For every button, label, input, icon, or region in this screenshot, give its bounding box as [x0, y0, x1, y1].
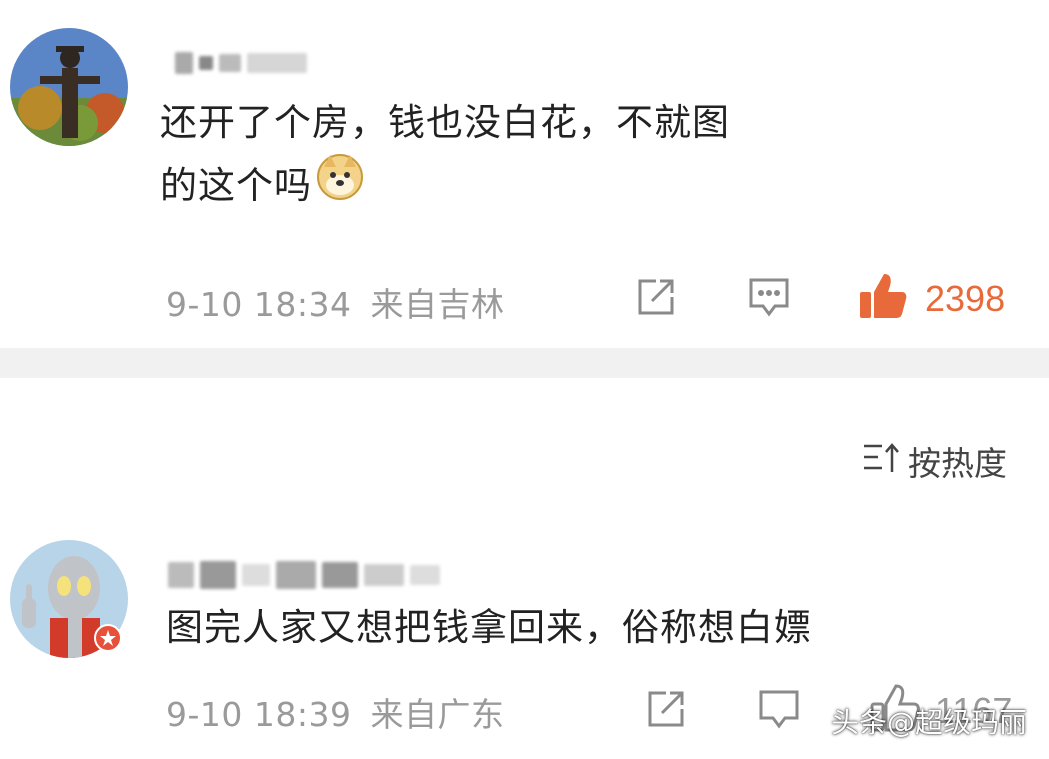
like-icon[interactable]: [858, 272, 908, 324]
share-icon[interactable]: [636, 277, 676, 321]
comment-meta: 9-10 18:34 来自吉林: [166, 278, 505, 326]
comment-location: 来自吉林: [370, 285, 505, 324]
verified-badge-icon: [94, 624, 122, 656]
section-divider: [0, 348, 1049, 378]
comment-location: 来自广东: [370, 695, 505, 734]
like-count: 2398: [925, 278, 1006, 319]
comment-text: 还开了个房，钱也没白花，不就图 的这个吗: [160, 93, 730, 219]
comment-text-line: 还开了个房，钱也没白花，不就图: [160, 101, 730, 144]
comment-time: 9-10 18:34: [166, 285, 352, 324]
username-blurred[interactable]: [175, 48, 307, 78]
doge-emoji-icon: [316, 153, 364, 219]
share-icon[interactable]: [646, 689, 686, 733]
comment-text-line: 图完人家又想把钱拿回来，俗称想白嫖: [166, 606, 812, 649]
sort-icon: [862, 440, 902, 482]
comment-item: 还开了个房，钱也没白花，不就图 的这个吗 9-10 18:34 来自吉林 239…: [0, 0, 1049, 348]
avatar[interactable]: [10, 28, 128, 146]
comment-icon[interactable]: [758, 689, 800, 735]
comment-icon[interactable]: [748, 277, 790, 323]
comment-meta: 9-10 18:39 来自广东: [166, 688, 505, 736]
comment-text-line: 的这个吗: [160, 164, 312, 207]
comment-text: 图完人家又想把钱拿回来，俗称想白嫖: [166, 598, 812, 658]
sort-label: 按热度: [908, 444, 1007, 483]
username-blurred[interactable]: [168, 560, 440, 590]
watermark: 头条@超级玛丽: [830, 706, 1027, 739]
sort-button[interactable]: 按热度: [862, 437, 1007, 485]
comment-time: 9-10 18:39: [166, 695, 352, 734]
